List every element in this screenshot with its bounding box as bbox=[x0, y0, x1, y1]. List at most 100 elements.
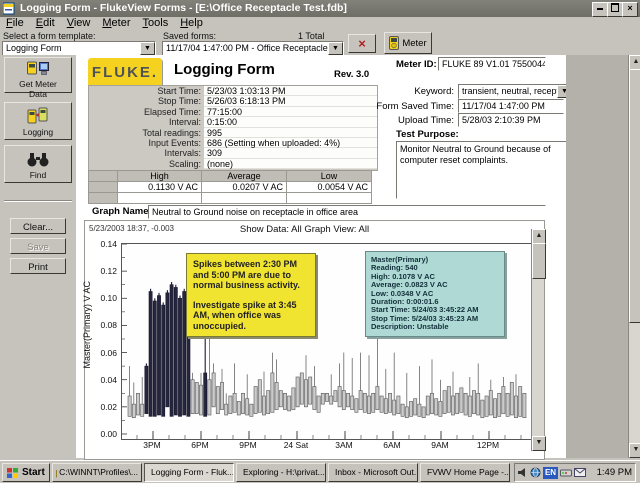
graph-panel: 5/23/2003 18:37, -0.003 Show Data: All G… bbox=[84, 220, 545, 460]
volume-icon[interactable] bbox=[518, 467, 528, 478]
field-label: Intervals: bbox=[89, 148, 204, 158]
task-label: Inbox - Microsoft Out... bbox=[335, 464, 418, 481]
stats-header-low: Low bbox=[286, 171, 371, 182]
sidebar: Get Meter Data Logging Find Clear... Sav… bbox=[0, 55, 77, 458]
network-globe-icon[interactable] bbox=[530, 467, 541, 478]
y-tick-label: 0.04 bbox=[85, 375, 117, 385]
form-saved-time-label: Form Saved Time: bbox=[366, 101, 454, 112]
taskbar-task-4[interactable]: Inbox - Microsoft Out... bbox=[328, 463, 418, 482]
graph-scrollbar-thumb[interactable] bbox=[532, 243, 546, 279]
scroll-up-icon[interactable]: ▲ bbox=[532, 229, 546, 244]
x-tick-label: 6AM bbox=[374, 440, 410, 450]
meter-id-field[interactable]: FLUKE 89 V1.01 75500449 bbox=[438, 57, 546, 71]
stats-high-value: 0.1130 V AC bbox=[118, 182, 202, 193]
scroll-down-icon[interactable]: ▼ bbox=[629, 443, 640, 458]
show-data-status: Show Data: All Graph View: All bbox=[85, 224, 524, 235]
close-button[interactable]: × bbox=[622, 2, 638, 17]
logging-button[interactable]: Logging bbox=[4, 102, 72, 140]
get-meter-data-button[interactable]: Get Meter Data bbox=[4, 57, 72, 93]
x-tick-label: 12PM bbox=[470, 440, 506, 450]
scroll-up-icon[interactable]: ▲ bbox=[629, 55, 640, 70]
logging-label: Logging bbox=[11, 127, 65, 137]
scroll-down-icon[interactable]: ▼ bbox=[532, 436, 546, 451]
field-label: Stop Time: bbox=[89, 96, 204, 106]
chevron-down-icon[interactable]: ▼ bbox=[140, 42, 155, 55]
save-button[interactable]: Save bbox=[10, 238, 66, 254]
start-button[interactable]: Start bbox=[2, 463, 50, 482]
test-purpose-box[interactable]: Monitor Neutral to Ground because of com… bbox=[396, 141, 574, 199]
menu-file[interactable]: File bbox=[0, 17, 30, 30]
delete-form-button[interactable]: × bbox=[348, 34, 376, 53]
taskbar-task-5[interactable]: FVWV Home Page -... bbox=[420, 463, 510, 482]
field-label: Scaling: bbox=[89, 159, 204, 169]
field-value: 5/26/03 6:18:13 PM bbox=[204, 96, 377, 106]
app-icon bbox=[3, 2, 16, 15]
taskbar-task-2[interactable]: Logging Form - Fluk... bbox=[144, 463, 234, 482]
menu-meter[interactable]: Meter bbox=[96, 17, 136, 30]
toolbar: Select a form template: Saved forms: 1 T… bbox=[0, 30, 640, 56]
field-label: Interval: bbox=[89, 117, 204, 127]
clear-button[interactable]: Clear... bbox=[10, 218, 66, 234]
main-scrollbar-thumb[interactable] bbox=[629, 69, 640, 323]
yellow-annotation-note[interactable]: Spikes between 2:30 PM and 5:00 PM are d… bbox=[186, 253, 316, 337]
field-value: (none) bbox=[204, 159, 377, 169]
taskbar-task-3[interactable]: Exploring - H:\privat... bbox=[236, 463, 326, 482]
get-meter-data-label: Get Meter Data bbox=[11, 79, 65, 99]
keyword-combo[interactable]: transient, neutral, receptacle ▼ bbox=[458, 84, 573, 99]
meter-button-label: Meter bbox=[402, 38, 426, 49]
modem-icon[interactable] bbox=[560, 468, 572, 478]
graph-name-field[interactable]: Neutral to Ground noise on receptacle in… bbox=[148, 205, 546, 219]
y-tick-label: 0.14 bbox=[85, 239, 117, 249]
stats-corner-cell bbox=[89, 171, 118, 182]
menu-tools[interactable]: Tools bbox=[137, 17, 175, 30]
stats-header-average: Average bbox=[202, 171, 287, 182]
saved-forms-combo[interactable]: 11/17/04 1:47:00 PM - Office Receptacle … bbox=[162, 41, 344, 56]
language-indicator[interactable]: EN bbox=[543, 467, 558, 479]
menu-edit[interactable]: Edit bbox=[30, 17, 61, 30]
field-value: 0:15:00 bbox=[204, 117, 377, 127]
meter-button[interactable]: Meter bbox=[384, 32, 432, 54]
find-label: Find bbox=[11, 170, 65, 180]
event-detail-callout[interactable]: Master(Primary)Reading: 540High: 0.1078 … bbox=[365, 251, 505, 337]
binoculars-icon bbox=[26, 151, 50, 168]
minimize-button[interactable] bbox=[592, 2, 608, 17]
main-vertical-scrollbar[interactable]: ▲ ▼ bbox=[628, 55, 640, 458]
start-label: Start bbox=[22, 464, 45, 481]
fluke-logo: FLUKE. bbox=[88, 58, 162, 87]
table-row-empty bbox=[89, 193, 372, 204]
keyword-value: transient, neutral, receptacle bbox=[462, 85, 558, 97]
task-label: FVWV Home Page -... bbox=[427, 464, 510, 481]
menu-help[interactable]: Help bbox=[174, 17, 209, 30]
form-saved-time-field[interactable]: 11/17/04 1:47:00 PM bbox=[458, 99, 564, 113]
meter-icon bbox=[389, 36, 399, 50]
task-label: C:\WINNT\Profiles\... bbox=[59, 464, 138, 481]
sidebar-divider bbox=[4, 200, 72, 202]
field-label: Total readings: bbox=[89, 128, 204, 138]
form-template-combo[interactable]: Logging Form ▼ bbox=[2, 41, 156, 56]
field-label: Input Events: bbox=[89, 138, 204, 148]
title-bar: Logging Form - FlukeView Forms - [E:\Off… bbox=[0, 0, 640, 17]
x-tick-label: 3AM bbox=[326, 440, 362, 450]
menu-view[interactable]: View bbox=[61, 17, 97, 30]
graph-vertical-scrollbar[interactable]: ▲ ▼ bbox=[531, 229, 544, 451]
saved-forms-value: 11/17/04 1:47:00 PM - Office Receptacle … bbox=[166, 42, 329, 54]
upload-time-field[interactable]: 5/28/03 2:10:39 PM bbox=[458, 113, 564, 127]
stats-table: High Average Low 0.1130 V AC 0.0207 V AC… bbox=[88, 170, 372, 204]
upload-time-label: Upload Time: bbox=[366, 115, 454, 126]
yellow-note-paragraph: Spikes between 2:30 PM and 5:00 PM are d… bbox=[193, 259, 309, 291]
form-revision: Rev. 3.0 bbox=[334, 69, 369, 80]
maximize-button[interactable] bbox=[607, 2, 623, 17]
taskbar-clock: 1:49 PM bbox=[597, 467, 632, 478]
chevron-down-icon[interactable]: ▼ bbox=[328, 42, 343, 55]
y-tick-label: 0.00 bbox=[85, 429, 117, 439]
mail-icon[interactable] bbox=[574, 468, 586, 477]
x-tick-label: 6PM bbox=[182, 440, 218, 450]
summary-field-row: Input Events:686 (Setting when uploaded:… bbox=[89, 138, 377, 148]
taskbar-task-1[interactable]: C:\WINNT\Profiles\... bbox=[52, 463, 142, 482]
menu-bar: FileEditViewMeterToolsHelp bbox=[0, 17, 640, 30]
stats-low-value: 0.0054 V AC bbox=[286, 182, 371, 193]
print-button[interactable]: Print bbox=[10, 258, 66, 274]
x-tick-label: 3PM bbox=[134, 440, 170, 450]
find-button[interactable]: Find bbox=[4, 145, 72, 183]
yellow-note-paragraph: Investigate spike at 3:45 AM, when offic… bbox=[193, 300, 309, 332]
